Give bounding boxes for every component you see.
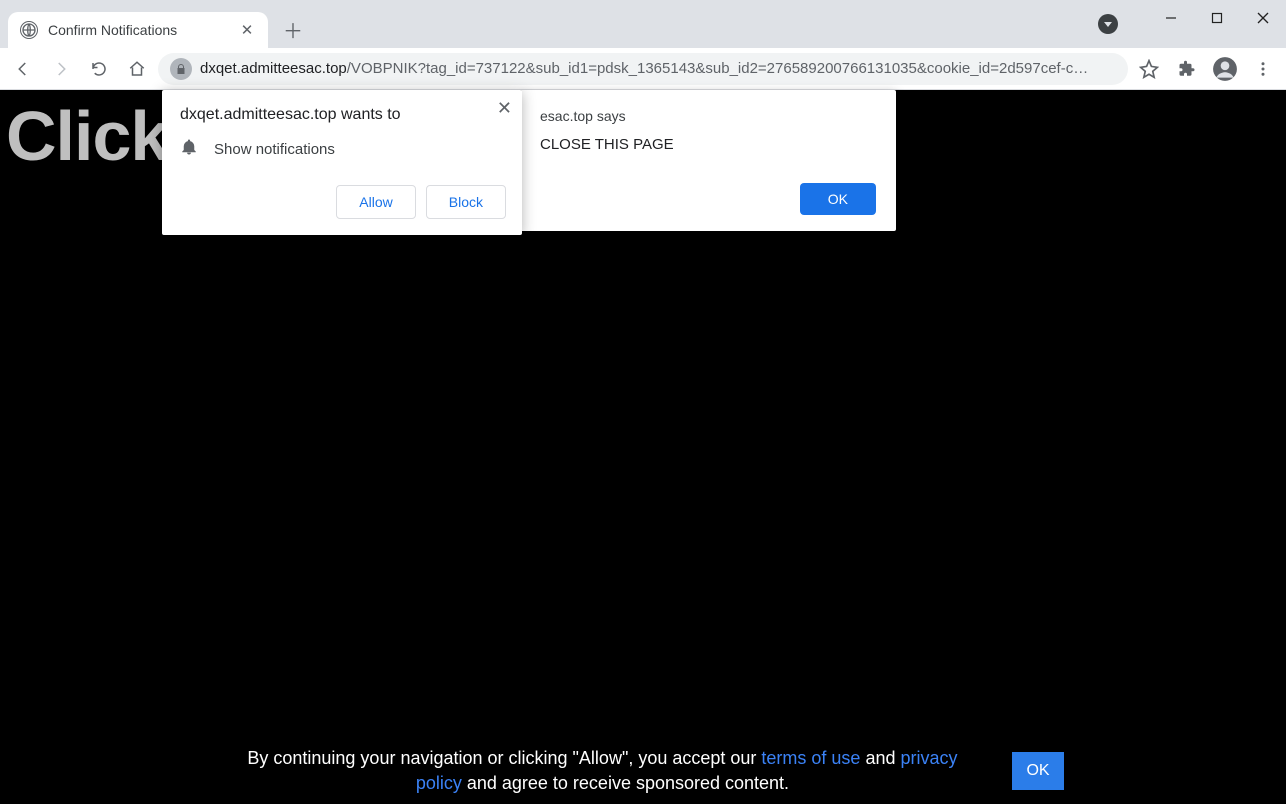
alert-dialog: esac.top says CLOSE THIS PAGE OK — [520, 90, 896, 231]
window-controls — [1148, 0, 1286, 36]
alert-message: CLOSE THIS PAGE — [540, 136, 876, 153]
lock-icon[interactable] — [170, 58, 192, 80]
browser-tab[interactable]: Confirm Notifications ✕ — [8, 12, 268, 48]
consent-bar: By continuing your navigation or clickin… — [0, 746, 1286, 796]
url-text: dxqet.admitteesac.top/VOBPNIK?tag_id=737… — [200, 60, 1116, 77]
consent-text: By continuing your navigation or clickin… — [222, 746, 982, 796]
permission-label: Show notifications — [214, 141, 335, 158]
toolbar: dxqet.admitteesac.top/VOBPNIK?tag_id=737… — [0, 48, 1286, 90]
maximize-button[interactable] — [1194, 0, 1240, 36]
terms-link[interactable]: terms of use — [761, 748, 860, 768]
reload-button[interactable] — [82, 52, 116, 86]
new-tab-button[interactable]: ＋ — [276, 12, 310, 46]
close-window-button[interactable] — [1240, 0, 1286, 36]
extensions-icon[interactable] — [1170, 52, 1204, 86]
address-bar[interactable]: dxqet.admitteesac.top/VOBPNIK?tag_id=737… — [158, 53, 1128, 85]
tab-title: Confirm Notifications — [48, 22, 228, 38]
forward-button[interactable] — [44, 52, 78, 86]
media-indicator-icon[interactable] — [1098, 14, 1118, 34]
notification-permission-popup: ✕ dxqet.admitteesac.top wants to Show no… — [162, 90, 522, 235]
allow-button[interactable]: Allow — [336, 185, 415, 219]
back-button[interactable] — [6, 52, 40, 86]
alert-ok-button[interactable]: OK — [800, 183, 876, 215]
tab-strip: Confirm Notifications ✕ ＋ — [0, 0, 1286, 48]
globe-icon — [20, 21, 38, 39]
bell-icon — [180, 138, 198, 161]
minimize-button[interactable] — [1148, 0, 1194, 36]
block-button[interactable]: Block — [426, 185, 506, 219]
alert-origin: esac.top says — [540, 108, 876, 124]
consent-ok-button[interactable]: OK — [1012, 752, 1063, 790]
close-tab-icon[interactable]: ✕ — [238, 21, 256, 39]
permission-origin: dxqet.admitteesac.top wants to — [180, 106, 506, 124]
home-button[interactable] — [120, 52, 154, 86]
profile-avatar-icon[interactable] — [1208, 52, 1242, 86]
menu-icon[interactable] — [1246, 52, 1280, 86]
close-icon[interactable]: ✕ — [497, 98, 512, 119]
bookmark-star-icon[interactable] — [1132, 52, 1166, 86]
